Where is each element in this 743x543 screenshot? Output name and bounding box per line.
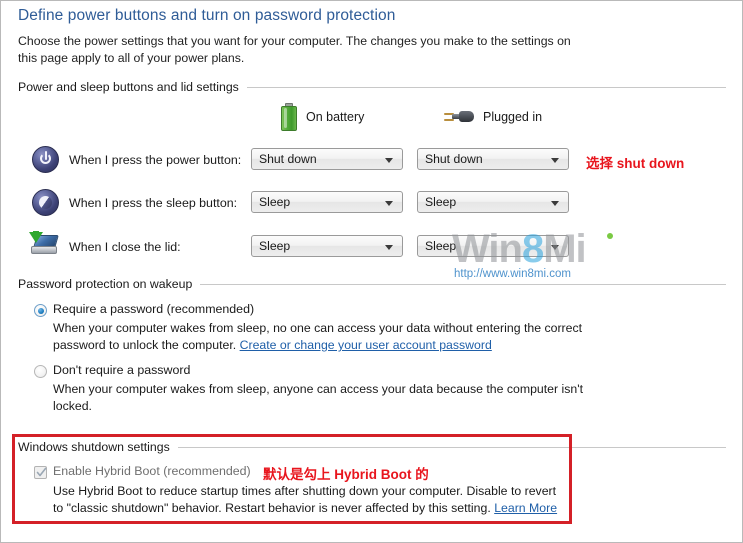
battery-icon xyxy=(281,103,297,131)
watermark-dot xyxy=(607,233,613,239)
group-header-shutdown-settings-label: Windows shutdown settings xyxy=(18,440,170,454)
divider-line xyxy=(200,283,726,285)
dropdown-power-button-plugged-in[interactable]: Shut down xyxy=(417,148,569,170)
radio-dont-require-password-label: Don't require a password xyxy=(53,363,191,377)
dropdown-power-button-plugged-in-value: Shut down xyxy=(425,152,483,166)
radio-dont-require-password-description: When your computer wakes from sleep, any… xyxy=(53,382,584,413)
annotation-hybrid-boot-default: 默认是勾上 Hybrid Boot 的 xyxy=(263,467,429,482)
chevron-down-icon xyxy=(551,245,559,250)
chevron-down-icon xyxy=(551,201,559,206)
column-header-plugged-in-label: Plugged in xyxy=(483,110,543,124)
dropdown-close-lid-plugged-in[interactable]: Sleep xyxy=(417,235,569,257)
shutdown-settings-description-text: Use Hybrid Boot to reduce startup times … xyxy=(53,484,557,515)
power-button-icon xyxy=(32,146,59,173)
chevron-down-icon xyxy=(385,158,393,163)
dropdown-power-button-on-battery[interactable]: Shut down xyxy=(251,148,403,170)
dropdown-sleep-button-on-battery-value: Sleep xyxy=(259,195,291,209)
row-label-sleep-button: When I press the sleep button: xyxy=(69,196,238,210)
divider-line xyxy=(246,86,726,88)
dropdown-close-lid-on-battery-value: Sleep xyxy=(259,239,291,253)
dropdown-power-button-on-battery-value: Shut down xyxy=(259,152,317,166)
power-options-page: Define power buttons and turn on passwor… xyxy=(0,0,743,543)
laptop-lid-icon xyxy=(29,231,59,257)
row-label-close-lid: When I close the lid: xyxy=(69,240,181,254)
group-header-password-protection-label: Password protection on wakeup xyxy=(18,277,193,291)
link-learn-more[interactable]: Learn More xyxy=(494,501,557,515)
plug-icon xyxy=(444,107,474,127)
annotation-select-shut-down: 选择 shut down xyxy=(586,156,685,171)
column-header-on-battery-label: On battery xyxy=(306,110,365,124)
column-header-plugged-in: Plugged in xyxy=(444,107,542,127)
checkbox-enable-hybrid-boot[interactable] xyxy=(34,466,47,479)
checkbox-enable-hybrid-boot-label: Enable Hybrid Boot (recommended) xyxy=(53,464,251,478)
group-header-power-buttons: Power and sleep buttons and lid settings xyxy=(18,80,726,94)
page-description: Choose the power settings that you want … xyxy=(18,34,571,65)
dropdown-sleep-button-on-battery[interactable]: Sleep xyxy=(251,191,403,213)
radio-require-password[interactable] xyxy=(34,304,47,317)
radio-dont-require-password[interactable] xyxy=(34,365,47,378)
radio-require-password-description: When your computer wakes from sleep, no … xyxy=(53,320,598,354)
column-header-on-battery: On battery xyxy=(281,103,364,131)
chevron-down-icon xyxy=(551,158,559,163)
dropdown-sleep-button-plugged-in[interactable]: Sleep xyxy=(417,191,569,213)
row-label-power-button: When I press the power button: xyxy=(69,153,242,167)
divider-line xyxy=(177,446,726,448)
sleep-button-icon xyxy=(32,189,59,216)
link-create-or-change-password[interactable]: Create or change your user account passw… xyxy=(240,338,492,352)
group-header-password-protection: Password protection on wakeup xyxy=(18,277,726,291)
chevron-down-icon xyxy=(385,201,393,206)
page-title: Define power buttons and turn on passwor… xyxy=(18,7,396,24)
dropdown-sleep-button-plugged-in-value: Sleep xyxy=(425,195,457,209)
dropdown-close-lid-on-battery[interactable]: Sleep xyxy=(251,235,403,257)
group-header-shutdown-settings: Windows shutdown settings xyxy=(18,440,726,454)
dropdown-close-lid-plugged-in-value: Sleep xyxy=(425,239,457,253)
shutdown-settings-description: Use Hybrid Boot to reduce startup times … xyxy=(53,483,563,517)
chevron-down-icon xyxy=(385,245,393,250)
group-header-power-buttons-label: Power and sleep buttons and lid settings xyxy=(18,80,239,94)
radio-require-password-label: Require a password (recommended) xyxy=(53,302,255,316)
